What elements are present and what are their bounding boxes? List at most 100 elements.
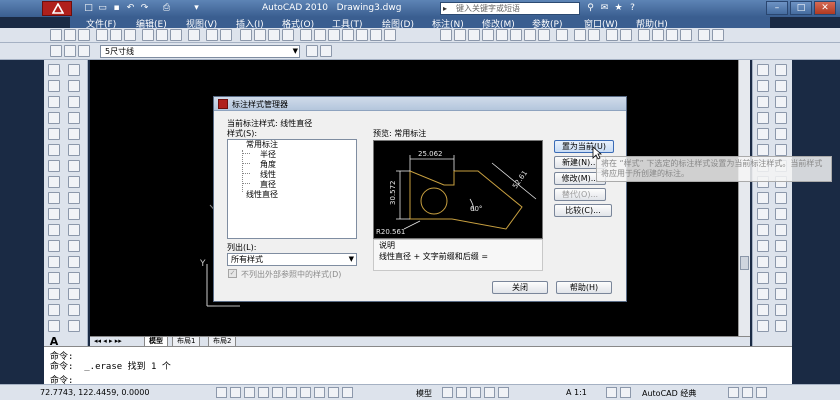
annotation-scale[interactable]: A 1:1 bbox=[566, 388, 587, 397]
sheetset-tool-icon[interactable] bbox=[342, 29, 354, 41]
revcloud-tool-icon[interactable] bbox=[48, 176, 60, 188]
ortho-toggle-icon[interactable] bbox=[244, 387, 255, 398]
insert-block-tool-icon[interactable] bbox=[48, 240, 60, 252]
polyline-tool-icon[interactable] bbox=[48, 96, 60, 108]
print-icon[interactable]: ⎙ bbox=[160, 2, 173, 15]
minimize-button[interactable]: – bbox=[766, 1, 788, 15]
tool-r2-icon[interactable] bbox=[775, 64, 787, 76]
stretch-tool-icon[interactable] bbox=[68, 208, 80, 220]
publish-tool-icon[interactable] bbox=[124, 29, 136, 41]
xref-checkbox[interactable]: ✓ bbox=[228, 269, 237, 278]
tool-r32-icon[interactable] bbox=[775, 304, 787, 316]
vertical-scrollbar[interactable] bbox=[738, 60, 750, 336]
tool-r20-icon[interactable] bbox=[775, 208, 787, 220]
autocad-logo[interactable] bbox=[42, 1, 72, 16]
layout-view-icon[interactable] bbox=[442, 387, 453, 398]
styles-list[interactable]: 常用标注 半径 角度 线性 直径 线性直径 bbox=[227, 139, 357, 239]
array-tool-icon[interactable] bbox=[68, 144, 80, 156]
explode-tool-icon[interactable] bbox=[68, 320, 80, 332]
close-button[interactable]: 关闭 bbox=[492, 281, 548, 294]
toolpalette-tool-icon[interactable] bbox=[328, 29, 340, 41]
baseline-tool-icon[interactable] bbox=[574, 29, 586, 41]
pan-tool-icon[interactable] bbox=[240, 29, 252, 41]
jogged-tool-icon[interactable] bbox=[510, 29, 522, 41]
paste-tool-icon[interactable] bbox=[170, 29, 182, 41]
quick-open-icon[interactable]: ▭ bbox=[96, 2, 109, 15]
linear-dim-tool-icon[interactable] bbox=[440, 29, 452, 41]
tray-settings-icon[interactable] bbox=[742, 387, 753, 398]
zoom-window-tool-icon[interactable] bbox=[268, 29, 280, 41]
zoom-tool-icon[interactable] bbox=[254, 29, 266, 41]
compare-style-button[interactable]: 比较(C)... bbox=[554, 204, 612, 217]
region-tool-icon[interactable] bbox=[48, 320, 60, 332]
help-tool-icon[interactable] bbox=[384, 29, 396, 41]
tool-r23-icon[interactable] bbox=[757, 240, 769, 252]
tool-r12-icon[interactable] bbox=[775, 144, 787, 156]
center-mark-tool-icon[interactable] bbox=[620, 29, 632, 41]
make-current-layer-icon[interactable] bbox=[306, 45, 318, 57]
close-window-button[interactable]: ✕ bbox=[814, 1, 836, 15]
override-style-button[interactable]: 替代(O)... bbox=[554, 188, 606, 201]
tolerance-tool-icon[interactable] bbox=[606, 29, 618, 41]
pan-status-icon[interactable] bbox=[456, 387, 467, 398]
layer-manager-icon[interactable] bbox=[50, 45, 62, 57]
qp-toggle-icon[interactable] bbox=[342, 387, 353, 398]
arc-length-tool-icon[interactable] bbox=[468, 29, 480, 41]
ellipse-tool-icon[interactable] bbox=[48, 208, 60, 220]
hatch-tool-icon[interactable] bbox=[48, 288, 60, 300]
radius-dim-tool-icon[interactable] bbox=[496, 29, 508, 41]
tool-r24-icon[interactable] bbox=[775, 240, 787, 252]
tool-r34-icon[interactable] bbox=[775, 320, 787, 332]
offset-tool-icon[interactable] bbox=[68, 128, 80, 140]
calc-tool-icon[interactable] bbox=[370, 29, 382, 41]
otrack-toggle-icon[interactable] bbox=[286, 387, 297, 398]
continue-tool-icon[interactable] bbox=[588, 29, 600, 41]
polar-toggle-icon[interactable] bbox=[258, 387, 269, 398]
help-button[interactable]: 帮助(H) bbox=[556, 281, 612, 294]
zoom-status-icon[interactable] bbox=[470, 387, 481, 398]
diameter-dim-tool-icon[interactable] bbox=[524, 29, 536, 41]
lwt-toggle-icon[interactable] bbox=[328, 387, 339, 398]
communication-icon[interactable]: ✉ bbox=[598, 2, 611, 15]
undo-icon[interactable]: ↶ bbox=[124, 2, 137, 15]
properties-tool-icon[interactable] bbox=[300, 29, 312, 41]
tool-r30-icon[interactable] bbox=[775, 288, 787, 300]
style-item-linear-diameter[interactable]: 线性直径 bbox=[246, 189, 278, 200]
set-current-button[interactable]: 置为当前(U) bbox=[554, 140, 614, 153]
gradient-tool-icon[interactable] bbox=[48, 304, 60, 316]
tool-r10-icon[interactable] bbox=[775, 128, 787, 140]
circle-tool-icon[interactable] bbox=[48, 160, 60, 172]
dimtedit-tool-icon[interactable] bbox=[666, 29, 678, 41]
steering-wheel-icon[interactable] bbox=[484, 387, 495, 398]
tool-r1-icon[interactable] bbox=[757, 64, 769, 76]
tool-r22-icon[interactable] bbox=[775, 224, 787, 236]
extend-tool-icon[interactable] bbox=[68, 240, 80, 252]
join-tool-icon[interactable] bbox=[68, 272, 80, 284]
tool-r28-icon[interactable] bbox=[775, 272, 787, 284]
zoom-previous-tool-icon[interactable] bbox=[282, 29, 294, 41]
quick-dim-tool-icon[interactable] bbox=[556, 29, 568, 41]
dim-style-select[interactable]: 5尺寸线 ▼ bbox=[100, 45, 300, 58]
list-filter-select[interactable]: 所有样式 ▼ bbox=[227, 253, 357, 266]
ellipse-arc-tool-icon[interactable] bbox=[48, 224, 60, 236]
undo-tool-icon[interactable] bbox=[206, 29, 218, 41]
open-tool-icon[interactable] bbox=[64, 29, 76, 41]
tool-r18-icon[interactable] bbox=[775, 192, 787, 204]
point-tool-icon[interactable] bbox=[48, 272, 60, 284]
tool-r9-icon[interactable] bbox=[757, 128, 769, 140]
designcenter-tool-icon[interactable] bbox=[314, 29, 326, 41]
rotate-tool-icon[interactable] bbox=[68, 176, 80, 188]
tool-r3-icon[interactable] bbox=[757, 80, 769, 92]
maximize-button[interactable]: □ bbox=[790, 1, 812, 15]
tab-nav-arrows-icon[interactable]: ◂◂ ◂ ▸ ▸▸ bbox=[94, 337, 122, 345]
tool-r19-icon[interactable] bbox=[757, 208, 769, 220]
fillet-tool-icon[interactable] bbox=[68, 304, 80, 316]
redo-tool-icon[interactable] bbox=[220, 29, 232, 41]
plot-tool-icon[interactable] bbox=[96, 29, 108, 41]
tool-r6-icon[interactable] bbox=[775, 96, 787, 108]
chamfer-tool-icon[interactable] bbox=[68, 288, 80, 300]
command-window[interactable]: 命令: 命令: _.erase 找到 1 个 命令: bbox=[44, 346, 792, 386]
markup-tool-icon[interactable] bbox=[356, 29, 368, 41]
annotation-visibility-icon[interactable] bbox=[606, 387, 617, 398]
redo-icon[interactable]: ↷ bbox=[138, 2, 151, 15]
